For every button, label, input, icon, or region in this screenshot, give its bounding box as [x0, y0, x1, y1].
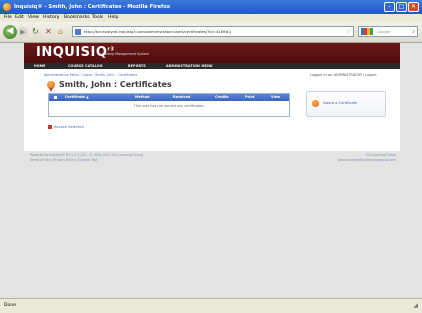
- site-favicon-icon: [75, 29, 81, 35]
- login-info[interactable]: Logged in as: ADMINISTRATOR | Logout: [310, 73, 377, 77]
- firefox-icon: [3, 3, 11, 11]
- menu-help[interactable]: Help: [108, 14, 118, 22]
- certificate-ribbon-icon: [47, 81, 55, 92]
- column-method[interactable]: Method: [135, 94, 149, 101]
- resize-grip-icon[interactable]: ◢: [413, 299, 418, 312]
- footer-email[interactable]: jason.snorey@icslearninggroup.com: [338, 158, 396, 162]
- revoke-icon[interactable]: [48, 125, 52, 129]
- menu-history[interactable]: History: [43, 14, 59, 22]
- certificates-table: Certificate ▲ Method Received Credits Pr…: [48, 93, 290, 117]
- menu-edit[interactable]: Edit: [15, 14, 24, 22]
- menu-view[interactable]: View: [28, 14, 39, 22]
- minimize-button[interactable]: –: [384, 2, 395, 12]
- search-box[interactable]: Google ⌕: [358, 26, 418, 37]
- window-titlebar: Inquisiq® - Smith, John : Certificates -…: [0, 0, 422, 14]
- menu-tools[interactable]: Tools: [92, 14, 103, 22]
- stop-button[interactable]: ✕: [45, 25, 52, 39]
- main-content: Administrative Menu : Users : Smith, Joh…: [24, 69, 400, 151]
- google-icon[interactable]: [361, 28, 373, 35]
- forward-button[interactable]: ▶: [18, 27, 28, 37]
- site-tagline: Learning Management System: [100, 52, 149, 56]
- address-bar[interactable]: http://kcr.evolved.inquisiq3.com/adminis…: [72, 26, 354, 37]
- menu-bar: File Edit View History Bookmarks Tools H…: [0, 14, 422, 22]
- column-received[interactable]: Received: [173, 94, 190, 101]
- page-viewport: INQUISIQr3 Learning Management System HO…: [0, 43, 422, 298]
- award-ribbon-icon[interactable]: [312, 100, 319, 107]
- breadcrumb[interactable]: Administrative Menu : Users : Smith, Joh…: [44, 73, 137, 77]
- award-certificate-link[interactable]: Award a Certificate: [323, 101, 357, 105]
- bookmark-star-icon[interactable]: ☆: [347, 27, 351, 37]
- footer-links[interactable]: Terms of Use | Privacy Policy | System T…: [30, 158, 98, 162]
- footer-company[interactable]: ICS Learning Group: [365, 153, 396, 157]
- select-all-checkbox[interactable]: [54, 96, 57, 99]
- menu-file[interactable]: File: [4, 14, 12, 22]
- reload-button[interactable]: ↻: [32, 25, 39, 39]
- site-footer: Powered by Inquisiq® R3 v.3.1.123 - © 20…: [24, 151, 400, 163]
- site-header: INQUISIQr3 Learning Management System: [24, 43, 400, 63]
- status-text: Done: [4, 303, 17, 308]
- maximize-button[interactable]: □: [396, 2, 407, 12]
- close-window-button[interactable]: ✕: [408, 2, 419, 12]
- back-button[interactable]: ◀: [3, 25, 17, 39]
- home-button[interactable]: ⌂: [58, 25, 63, 39]
- menu-bookmarks[interactable]: Bookmarks: [64, 14, 90, 22]
- status-bar: Done ◢: [0, 298, 422, 313]
- footer-copyright[interactable]: Powered by Inquisiq® R3 v.3.1.123 - © 20…: [30, 153, 143, 157]
- empty-table-message: This user has not earned any certificate…: [133, 104, 205, 108]
- column-certificate[interactable]: Certificate ▲: [65, 94, 89, 101]
- table-header: Certificate ▲ Method Received Credits Pr…: [49, 94, 289, 101]
- award-certificate-panel: Award a Certificate: [306, 91, 386, 117]
- search-placeholder[interactable]: Google: [377, 27, 390, 37]
- revoke-selected-link[interactable]: Revoke Selected: [54, 125, 84, 129]
- search-icon[interactable]: ⌕: [412, 27, 415, 37]
- column-view[interactable]: View: [271, 94, 280, 101]
- column-credits[interactable]: Credits: [215, 94, 229, 101]
- window-title: Inquisiq® - Smith, John : Certificates -…: [14, 4, 171, 10]
- column-print[interactable]: Print: [245, 94, 254, 101]
- address-url[interactable]: http://kcr.evolved.inquisiq3.com/adminis…: [84, 27, 231, 37]
- page-title: Smith, John : Certificates: [59, 80, 172, 89]
- navigation-toolbar: ◀ ▶ ↻ ✕ ⌂ http://kcr.evolved.inquisiq3.c…: [0, 22, 422, 43]
